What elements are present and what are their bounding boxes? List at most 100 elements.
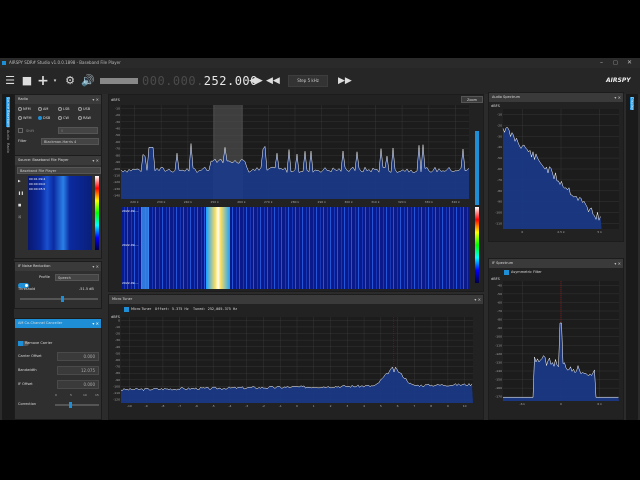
y-tick-label: -60 bbox=[115, 140, 120, 144]
mode-raw[interactable]: RAW bbox=[78, 115, 91, 121]
file-player-select[interactable]: Baseband File Player bbox=[17, 167, 101, 174]
asymmetric-filter-row[interactable]: Asymmetric Filter bbox=[504, 269, 542, 275]
shift-field[interactable]: 0 bbox=[58, 127, 98, 134]
tab-display[interactable]: Display bbox=[630, 97, 634, 110]
radio-button[interactable] bbox=[58, 107, 62, 111]
mode-dsb[interactable]: DSB bbox=[38, 115, 50, 121]
step-selector[interactable]: Step 5 kHz bbox=[288, 75, 328, 87]
y-tick-label: -110 bbox=[113, 174, 120, 178]
y-tick-label: -150 bbox=[495, 378, 502, 382]
color-scale bbox=[95, 176, 99, 250]
speaker-icon[interactable]: 🔊 bbox=[81, 68, 95, 94]
prev-icon[interactable]: ◀▶ bbox=[249, 68, 263, 94]
x-tick-label: 9 bbox=[447, 404, 449, 408]
mode-wfm[interactable]: WFM bbox=[18, 115, 32, 121]
stop-icon[interactable]: ■ bbox=[18, 202, 21, 208]
y-tick-label: -80 bbox=[497, 318, 502, 322]
minimize-button[interactable]: – bbox=[600, 58, 603, 68]
fast-forward-icon[interactable]: ▶▶ bbox=[338, 68, 352, 94]
y-tick-label: -30 bbox=[497, 134, 502, 138]
frequency-display[interactable]: 000.000.252.000 bbox=[142, 68, 258, 94]
x-tick-label: 6 k bbox=[597, 402, 602, 406]
y-tick-label: -60 bbox=[115, 358, 120, 362]
threshold-slider[interactable] bbox=[20, 296, 98, 302]
y-tick-label: -10 bbox=[497, 112, 502, 116]
waterfall[interactable]: 2022-09-... 2022-09-... 2022-09-... bbox=[121, 207, 469, 289]
x-tick-label: 340 k bbox=[451, 200, 460, 204]
audio-spectrum-plot[interactable]: -10 -20 -30 -40 -50 -60 -70 -80 -90 -100 -110 0 2.5 … bbox=[489, 107, 625, 241]
tab-radio[interactable]: Radio bbox=[6, 143, 10, 153]
add-icon[interactable]: + bbox=[37, 68, 49, 94]
micro-tuner-plot[interactable]: 0-10-20-30-40-50-60-70-80-90-100-110-120… bbox=[109, 315, 485, 419]
bandwidth-field[interactable]: 12.075 bbox=[57, 366, 99, 375]
mode-nfm[interactable]: NFM bbox=[18, 106, 31, 112]
mode-lsb[interactable]: LSB bbox=[58, 106, 70, 112]
y-tick-label: -20 bbox=[497, 123, 502, 127]
carrier-offset-field[interactable]: 0.000 bbox=[57, 352, 99, 361]
play-icon[interactable]: ▶ bbox=[18, 178, 21, 184]
stop-icon[interactable]: ■ bbox=[21, 68, 33, 94]
offset-readout: Offset: 5.375 Hz Tuned: 252,005.375 Hz bbox=[155, 307, 238, 311]
y-tick-label: -110 bbox=[495, 222, 502, 226]
remove-carrier-checkbox[interactable] bbox=[18, 340, 23, 346]
shuffle-icon[interactable]: ⤨ bbox=[18, 214, 21, 220]
y-tick-label: -140 bbox=[495, 369, 502, 373]
time-label: 00:00:00.0 bbox=[29, 182, 46, 186]
gear-icon[interactable]: ⚙ bbox=[64, 68, 76, 94]
y-tick-label: -100 bbox=[113, 384, 120, 388]
micro-tuner-checkbox-row[interactable]: Micro Tuner bbox=[124, 306, 151, 312]
volume-slider[interactable] bbox=[100, 78, 138, 84]
x-tick-label: 7 bbox=[413, 404, 415, 408]
rewind-icon[interactable]: ◀◀ bbox=[266, 68, 280, 94]
shift-row: Shift 0 bbox=[18, 127, 100, 134]
x-tick-label: -6 bbox=[195, 404, 198, 408]
mode-usb[interactable]: USB bbox=[78, 106, 90, 112]
zoom-button[interactable]: Zoom bbox=[461, 96, 483, 103]
y-tick-label: -70 bbox=[115, 147, 120, 151]
close-button[interactable]: ✕ bbox=[627, 58, 632, 68]
if-spectrum-plot[interactable]: -40 -50 -60 -70 -80 -90 -100 -110 -120 -130 -140 -1… bbox=[489, 279, 625, 419]
mode-cw[interactable]: CW bbox=[58, 115, 69, 121]
x-tick-label: 0 bbox=[560, 402, 562, 406]
x-tick-label: 0 bbox=[296, 404, 298, 408]
asymmetric-filter-checkbox[interactable] bbox=[504, 269, 509, 275]
mini-waterfall: 00:01:09.4 00:00:00.0 00:00:05.5 bbox=[28, 176, 92, 250]
radio-button[interactable] bbox=[18, 107, 22, 111]
shift-checkbox[interactable] bbox=[18, 128, 23, 133]
app-icon bbox=[2, 61, 6, 65]
tab-source-baseband[interactable]: Source Baseband bbox=[6, 97, 10, 128]
maximize-button[interactable]: □ bbox=[613, 58, 618, 68]
waterfall-carrier bbox=[206, 207, 230, 289]
if-offset-field[interactable]: 0.000 bbox=[57, 380, 99, 389]
radio-button[interactable] bbox=[18, 116, 22, 120]
radio-button[interactable] bbox=[38, 116, 42, 120]
x-tick-label: 270 k bbox=[264, 200, 273, 204]
remove-carrier-row[interactable]: Remove Carrier bbox=[18, 340, 52, 346]
time-label: 2022-09-... bbox=[122, 281, 139, 285]
radio-button[interactable] bbox=[78, 107, 82, 111]
radio-button[interactable] bbox=[38, 107, 42, 111]
micro-tuner-checkbox[interactable] bbox=[124, 306, 129, 312]
y-tick-label: -30 bbox=[115, 120, 120, 124]
radio-button[interactable] bbox=[78, 116, 82, 120]
radio-button[interactable] bbox=[58, 116, 62, 120]
profile-select[interactable]: Speech bbox=[55, 274, 99, 281]
y-tick-label: -140 bbox=[113, 194, 120, 198]
correction-slider[interactable] bbox=[55, 402, 99, 408]
x-tick-label: 250 k bbox=[210, 200, 219, 204]
x-tick-label: 5 k bbox=[597, 230, 602, 234]
spectrum-range-bar[interactable] bbox=[475, 131, 479, 205]
spectrum-plot[interactable]: -10 -20 -30 -40 -50 -60 -70 -80 -90 -100 -110 -120 -… bbox=[109, 103, 485, 211]
filter-select[interactable]: Blackman-Harris 4 bbox=[41, 138, 99, 145]
x-tick-label: 10 bbox=[463, 404, 467, 408]
slider-knob[interactable] bbox=[61, 296, 65, 302]
mode-am[interactable]: AM bbox=[38, 106, 48, 112]
chevron-down-icon[interactable]: ▾ bbox=[49, 68, 61, 94]
pause-icon[interactable]: ❚❚ bbox=[18, 190, 24, 196]
x-tick-label: -7 bbox=[178, 404, 181, 408]
y-tick-label: -130 bbox=[495, 360, 502, 364]
slider-knob[interactable] bbox=[69, 402, 73, 408]
tab-audio[interactable]: Audio bbox=[6, 130, 10, 140]
x-tick-label: 290 k bbox=[318, 200, 327, 204]
menu-icon[interactable]: ☰ bbox=[4, 68, 16, 94]
